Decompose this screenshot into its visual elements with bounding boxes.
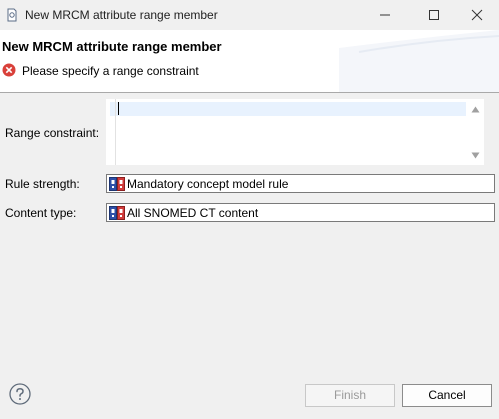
close-button[interactable]	[454, 0, 499, 30]
rule-strength-label: Rule strength:	[5, 177, 80, 191]
wizard-title: New MRCM attribute range member	[2, 39, 222, 54]
range-constraint-input[interactable]	[106, 99, 484, 165]
rule-strength-value: Mandatory concept model rule	[127, 177, 289, 191]
maximize-button[interactable]	[411, 0, 457, 30]
rule-strength-field[interactable]: Mandatory concept model rule	[106, 174, 495, 193]
refset-icon	[109, 206, 125, 220]
editor-gutter	[115, 99, 116, 165]
close-icon	[471, 9, 483, 21]
minimize-icon	[380, 14, 390, 16]
header-decoration	[339, 30, 499, 92]
window-titlebar: New MRCM attribute range member	[0, 0, 499, 30]
error-message: Please specify a range constraint	[22, 64, 199, 78]
text-caret	[118, 102, 119, 115]
content-type-value: All SNOMED CT content	[127, 206, 259, 220]
range-constraint-label: Range constraint:	[5, 126, 100, 140]
content-type-field[interactable]: All SNOMED CT content	[106, 203, 495, 222]
minimize-button[interactable]	[362, 0, 408, 30]
app-icon	[7, 8, 17, 22]
error-icon	[2, 63, 16, 77]
scroll-down-icon[interactable]	[471, 152, 480, 159]
scroll-up-icon[interactable]	[471, 106, 480, 113]
content-type-label: Content type:	[5, 206, 77, 220]
help-icon[interactable]	[9, 383, 31, 405]
current-line-highlight	[110, 102, 466, 116]
wizard-header: New MRCM attribute range member Please s…	[0, 30, 499, 93]
maximize-icon	[429, 10, 439, 20]
refset-icon	[109, 177, 125, 191]
window-title: New MRCM attribute range member	[25, 8, 218, 22]
finish-button[interactable]: Finish	[305, 384, 395, 407]
cancel-button[interactable]: Cancel	[402, 384, 492, 407]
